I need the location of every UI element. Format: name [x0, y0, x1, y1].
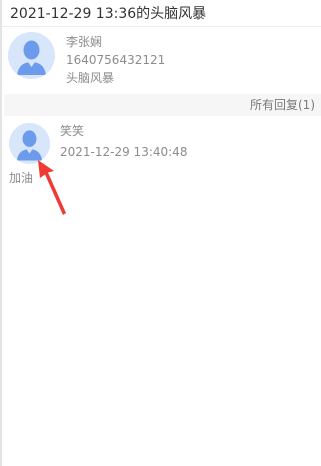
post-id: 1640756432121 — [66, 53, 166, 67]
post-author-name: 李张娴 — [66, 35, 103, 49]
user-avatar-icon — [8, 32, 55, 79]
replies-header-bar: 所有回复(1) — [4, 94, 321, 116]
all-replies-count[interactable]: 所有回复(1) — [250, 97, 315, 113]
reply-content: 加油 — [9, 171, 34, 185]
left-border — [0, 0, 2, 466]
reply-timestamp: 2021-12-29 13:40:48 — [60, 145, 188, 159]
page-title: 2021-12-29 13:36的头脑风暴 — [10, 6, 207, 22]
title-divider — [2, 26, 321, 27]
post-topic: 头脑风暴 — [66, 71, 115, 85]
post-author-avatar[interactable] — [8, 32, 55, 79]
post-detail-page: 2021-12-29 13:36的头脑风暴 李张娴 1640756432121 … — [0, 0, 321, 466]
reply-author-name: 笑笑 — [60, 124, 85, 138]
red-arrow-annotation-icon — [38, 160, 66, 215]
